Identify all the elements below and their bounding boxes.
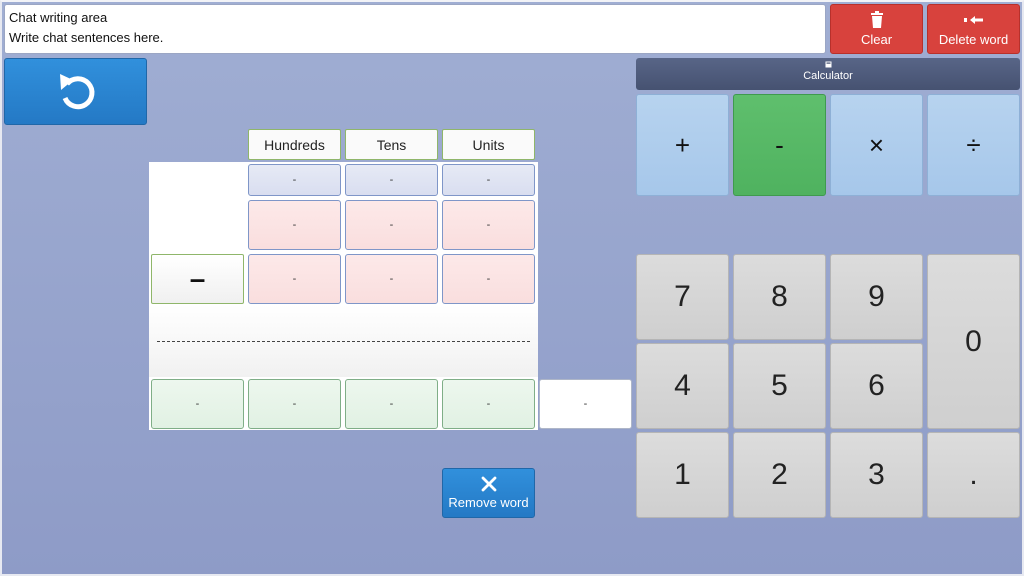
cell-value: - — [292, 273, 297, 285]
clear-button[interactable]: Clear — [830, 4, 923, 54]
key-5[interactable]: 5 — [733, 343, 826, 429]
cell-value: - — [583, 398, 588, 410]
row2-cell-units[interactable]: - — [442, 254, 535, 304]
row2-cell-hundreds[interactable]: - — [248, 254, 341, 304]
result-cell-hundreds[interactable]: - — [248, 379, 341, 429]
multiply-button[interactable]: × — [830, 94, 923, 196]
key-3[interactable]: 3 — [830, 432, 923, 518]
key-4-label: 4 — [674, 369, 691, 402]
cell-value: - — [486, 273, 491, 285]
row1-cell-hundreds[interactable]: - — [248, 200, 341, 250]
plus-label: + — [674, 129, 691, 160]
chat-writing-area[interactable]: Chat writing area Write chat sentences h… — [4, 4, 826, 54]
cell-value: - — [486, 219, 491, 231]
backspace-arrow-icon — [963, 16, 983, 24]
calculator-header: Calculator — [636, 58, 1020, 90]
key-5-label: 5 — [771, 369, 788, 402]
key-9[interactable]: 9 — [830, 254, 923, 340]
undo-button[interactable] — [4, 58, 147, 125]
cell-value: - — [389, 174, 394, 186]
column-header-units: Units — [442, 129, 535, 160]
key-7[interactable]: 7 — [636, 254, 729, 340]
column-units-label: Units — [472, 136, 505, 153]
cell-value: - — [389, 273, 394, 285]
key-1[interactable]: 1 — [636, 432, 729, 518]
key-2[interactable]: 2 — [733, 432, 826, 518]
operation-sign: – — [151, 254, 244, 304]
calculator-title: Calculator — [803, 70, 853, 82]
multiply-label: × — [868, 129, 885, 160]
clear-label: Clear — [860, 32, 893, 47]
result-cell-units[interactable]: - — [442, 379, 535, 429]
cell-value: - — [389, 219, 394, 231]
key-9-label: 9 — [868, 280, 885, 313]
key-decimal-label: . — [969, 458, 978, 491]
carry-cell-tens[interactable]: - — [345, 164, 438, 196]
plus-button[interactable]: + — [636, 94, 729, 196]
column-tens-label: Tens — [376, 136, 407, 153]
carry-cell-units[interactable]: - — [442, 164, 535, 196]
close-icon — [481, 476, 496, 492]
undo-icon — [60, 74, 95, 110]
result-cell-tens[interactable]: - — [345, 379, 438, 429]
divide-button[interactable]: ÷ — [927, 94, 1020, 196]
row1-cell-units[interactable]: - — [442, 200, 535, 250]
trash-icon — [870, 11, 883, 28]
cell-value: - — [292, 398, 297, 410]
column-header-hundreds: Hundreds — [248, 129, 341, 160]
row2-cell-tens[interactable]: - — [345, 254, 438, 304]
operation-sign-label: – — [189, 263, 206, 294]
key-3-label: 3 — [868, 458, 885, 491]
key-6[interactable]: 6 — [830, 343, 923, 429]
key-1-label: 1 — [674, 458, 691, 491]
chat-placeholder: Write chat sentences here. — [9, 30, 164, 45]
minus-button[interactable]: - — [733, 94, 826, 196]
result-separator-line — [157, 341, 530, 342]
cell-value: - — [486, 398, 491, 410]
result-cell-thousands[interactable]: - — [151, 379, 244, 429]
divide-label: ÷ — [966, 129, 981, 160]
key-7-label: 7 — [674, 280, 691, 313]
key-0-label: 0 — [965, 324, 982, 358]
cell-value: - — [389, 398, 394, 410]
key-8[interactable]: 8 — [733, 254, 826, 340]
minus-label: - — [775, 129, 784, 160]
delete-word-button[interactable]: Delete word — [927, 4, 1020, 54]
key-4[interactable]: 4 — [636, 343, 729, 429]
cell-value: - — [486, 174, 491, 186]
cell-value: - — [195, 398, 200, 410]
cell-value: - — [292, 174, 297, 186]
key-2-label: 2 — [771, 458, 788, 491]
key-decimal[interactable]: . — [927, 432, 1020, 518]
remove-word-label: Remove word — [448, 495, 529, 510]
column-header-tens: Tens — [345, 129, 438, 160]
cell-value: - — [292, 219, 297, 231]
remove-word-button[interactable]: Remove word — [442, 468, 535, 518]
chat-title: Chat writing area — [9, 10, 108, 25]
key-8-label: 8 — [771, 280, 788, 313]
result-extra-cell[interactable]: - — [539, 379, 632, 429]
column-hundreds-label: Hundreds — [264, 136, 325, 153]
key-6-label: 6 — [868, 369, 885, 402]
key-0[interactable]: 0 — [927, 254, 1020, 429]
row1-cell-tens[interactable]: - — [345, 200, 438, 250]
carry-cell-hundreds[interactable]: - — [248, 164, 341, 196]
delete-word-label: Delete word — [938, 32, 1009, 47]
calculator-icon — [825, 61, 831, 68]
